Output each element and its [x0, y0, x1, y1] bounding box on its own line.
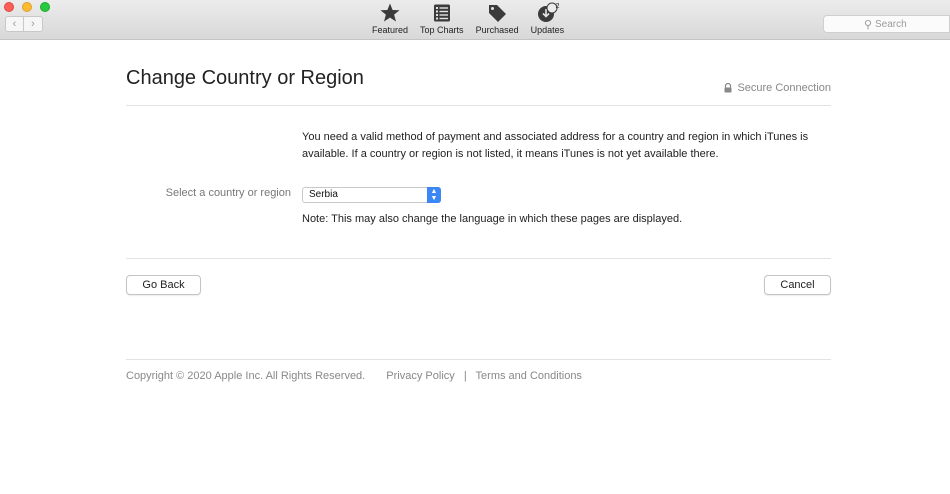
list-icon: [433, 4, 450, 22]
tab-label: Purchased: [475, 25, 519, 35]
window-controls: [4, 2, 50, 12]
updates-badge: 2: [555, 3, 560, 10]
footer-separator: |: [463, 370, 467, 382]
back-button[interactable]: ‹: [5, 16, 24, 32]
footer-divider: [126, 359, 831, 360]
minimize-window-button[interactable]: [22, 2, 32, 12]
tab-purchased[interactable]: Purchased: [470, 2, 525, 35]
footer: Copyright © 2020 Apple Inc. All Rights R…: [126, 370, 582, 382]
app-store-window: ‹ › Featured Top Charts Purchased 2 Upda…: [0, 0, 950, 494]
secure-connection: Secure Connection: [723, 82, 831, 94]
search-icon: ⚲: [863, 18, 872, 31]
search-input[interactable]: [875, 18, 915, 30]
chevron-left-icon: ‹: [12, 18, 17, 30]
go-back-button[interactable]: Go Back: [126, 275, 201, 295]
language-note: Note: This may also change the language …: [302, 213, 683, 225]
close-window-button[interactable]: [4, 2, 14, 12]
tab-featured[interactable]: Featured: [366, 2, 414, 35]
navigation-buttons: ‹ ›: [5, 16, 43, 32]
chevron-right-icon: ›: [31, 18, 35, 30]
select-arrows-icon: ▲ ▼: [427, 187, 441, 203]
info-text: You need a valid method of payment and a…: [302, 131, 809, 160]
tab-label: Featured: [372, 25, 409, 35]
tab-top-charts[interactable]: Top Charts: [414, 2, 470, 35]
zoom-window-button[interactable]: [40, 2, 50, 12]
country-select[interactable]: Serbia ▲ ▼: [302, 187, 441, 203]
forward-button[interactable]: ›: [24, 16, 43, 32]
search-field[interactable]: ⚲: [823, 15, 950, 33]
country-select-value: Serbia: [309, 189, 338, 200]
country-label: Select a country or region: [165, 187, 291, 199]
star-icon: [380, 3, 400, 22]
page-title: Change Country or Region: [126, 67, 364, 89]
lock-icon: [724, 83, 732, 93]
terms-link[interactable]: Terms and Conditions: [476, 370, 582, 382]
tab-updates[interactable]: 2 Updates: [525, 2, 571, 35]
secure-connection-label: Secure Connection: [737, 82, 831, 94]
toolbar-tabs: Featured Top Charts Purchased 2 Updates: [366, 2, 570, 35]
tab-label: Updates: [530, 25, 565, 35]
copyright-text: Copyright © 2020 Apple Inc. All Rights R…: [126, 370, 366, 382]
toolbar: ‹ › Featured Top Charts Purchased 2 Upda…: [0, 0, 950, 40]
privacy-policy-link[interactable]: Privacy Policy: [386, 370, 454, 382]
form-divider: [126, 258, 831, 259]
cancel-button[interactable]: Cancel: [764, 275, 831, 295]
tag-icon: [489, 5, 507, 22]
tab-label: Top Charts: [420, 25, 464, 35]
header-divider: [126, 105, 831, 106]
